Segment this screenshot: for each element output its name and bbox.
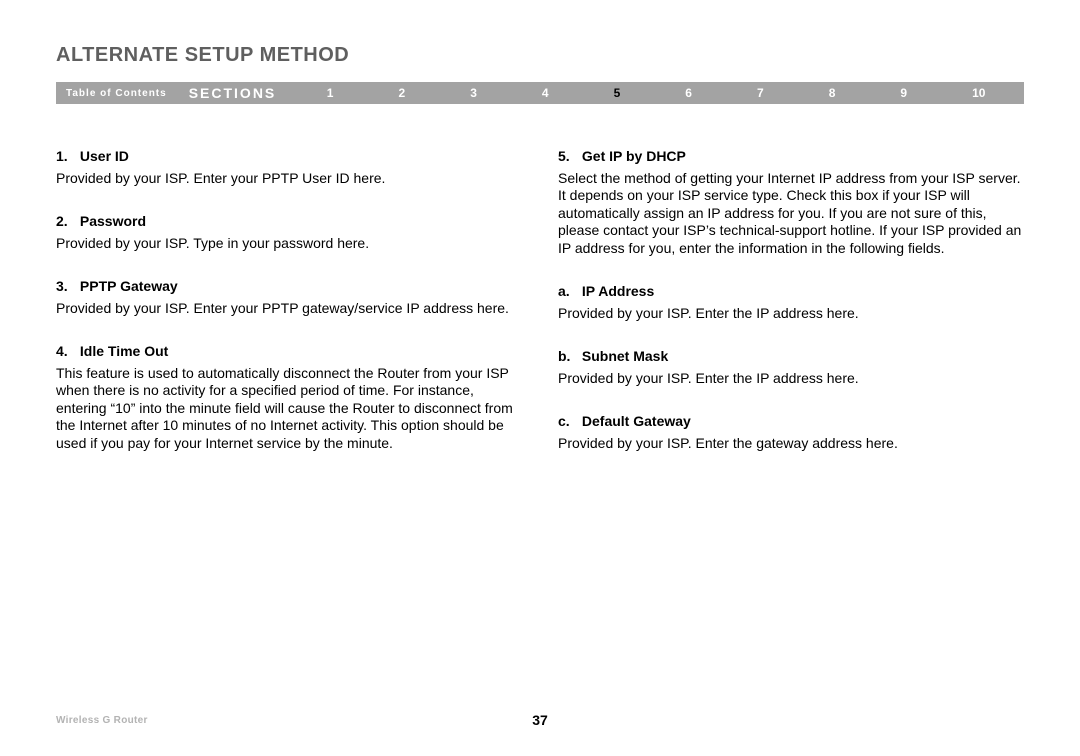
heading-idle-timeout: 4. Idle Time Out <box>56 343 522 361</box>
left-column: 1. User ID Provided by your ISP. Enter y… <box>56 148 522 452</box>
heading-user-id: 1. User ID <box>56 148 522 166</box>
section-link-7[interactable]: 7 <box>753 86 768 100</box>
section-link-8[interactable]: 8 <box>825 86 840 100</box>
body-user-id: Provided by your ISP. Enter your PPTP Us… <box>56 170 522 188</box>
section-link-2[interactable]: 2 <box>394 86 409 100</box>
section-nav-bar: Table of Contents SECTIONS 1 2 3 4 5 6 7… <box>56 82 1024 104</box>
heading-title: Get IP by DHCP <box>582 148 686 164</box>
heading-default-gateway: c. Default Gateway <box>558 413 1024 431</box>
content-columns: 1. User ID Provided by your ISP. Enter y… <box>56 148 1024 452</box>
section-link-1[interactable]: 1 <box>323 86 338 100</box>
heading-number: 4. <box>56 343 76 361</box>
body-default-gateway: Provided by your ISP. Enter the gateway … <box>558 435 1024 453</box>
heading-title: IP Address <box>582 283 654 299</box>
heading-number: 2. <box>56 213 76 231</box>
right-column: 5. Get IP by DHCP Select the method of g… <box>558 148 1024 452</box>
section-link-9[interactable]: 9 <box>896 86 911 100</box>
sections-label: SECTIONS <box>189 85 287 101</box>
body-idle-timeout: This feature is used to automatically di… <box>56 365 522 453</box>
body-subnet-mask: Provided by your ISP. Enter the IP addre… <box>558 370 1024 388</box>
heading-subnet-mask: b. Subnet Mask <box>558 348 1024 366</box>
heading-title: PPTP Gateway <box>80 278 178 294</box>
document-page: ALTERNATE SETUP METHOD Table of Contents… <box>0 0 1080 756</box>
toc-link[interactable]: Table of Contents <box>56 88 189 99</box>
heading-number: c. <box>558 413 578 431</box>
footer-page-number: 37 <box>0 712 1080 728</box>
body-password: Provided by your ISP. Type in your passw… <box>56 235 522 253</box>
section-numbers: 1 2 3 4 5 6 7 8 9 10 <box>286 86 1024 100</box>
body-pptp-gateway: Provided by your ISP. Enter your PPTP ga… <box>56 300 522 318</box>
heading-number: 5. <box>558 148 578 166</box>
heading-title: Default Gateway <box>582 413 691 429</box>
heading-title: Idle Time Out <box>80 343 168 359</box>
heading-ip-address: a. IP Address <box>558 283 1024 301</box>
section-link-10[interactable]: 10 <box>968 86 989 100</box>
section-link-6[interactable]: 6 <box>681 86 696 100</box>
body-get-ip-dhcp: Select the method of getting your Intern… <box>558 170 1024 258</box>
heading-number: 3. <box>56 278 76 296</box>
section-link-4[interactable]: 4 <box>538 86 553 100</box>
section-link-3[interactable]: 3 <box>466 86 481 100</box>
heading-password: 2. Password <box>56 213 522 231</box>
heading-pptp-gateway: 3. PPTP Gateway <box>56 278 522 296</box>
heading-number: b. <box>558 348 578 366</box>
heading-title: Password <box>80 213 146 229</box>
section-link-5-current[interactable]: 5 <box>610 86 625 100</box>
heading-get-ip-dhcp: 5. Get IP by DHCP <box>558 148 1024 166</box>
heading-number: a. <box>558 283 578 301</box>
body-ip-address: Provided by your ISP. Enter the IP addre… <box>558 305 1024 323</box>
page-title: ALTERNATE SETUP METHOD <box>56 44 349 67</box>
heading-title: User ID <box>80 148 129 164</box>
heading-number: 1. <box>56 148 76 166</box>
heading-title: Subnet Mask <box>582 348 668 364</box>
